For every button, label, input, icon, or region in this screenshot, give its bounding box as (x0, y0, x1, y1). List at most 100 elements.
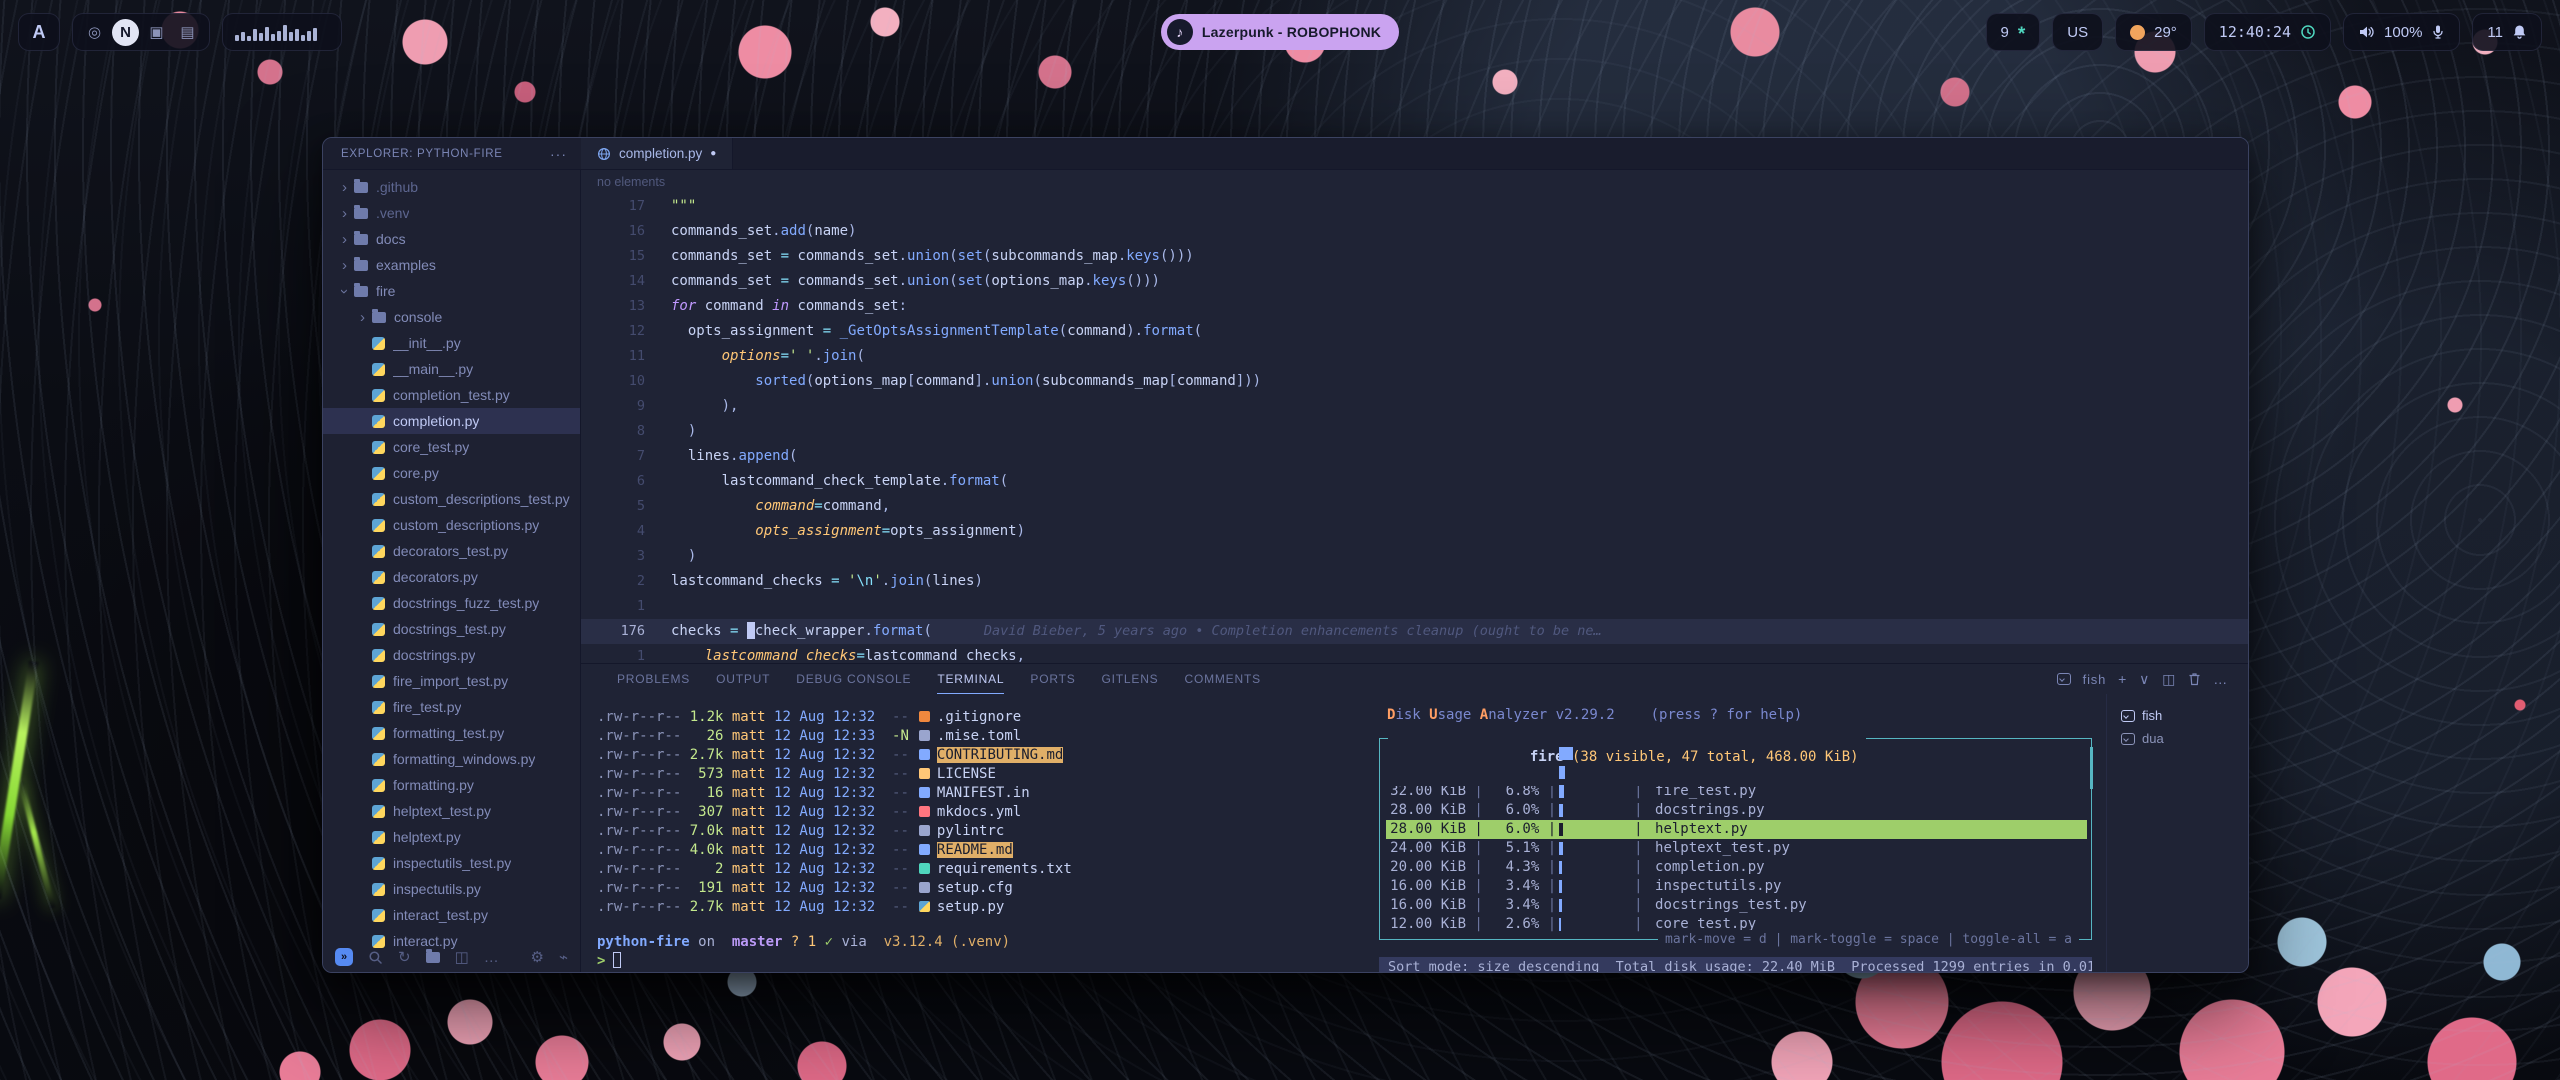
weather-widget[interactable]: 29° (2115, 13, 2192, 51)
volume-widget[interactable]: 100% (2343, 13, 2460, 51)
tree-item-__main__.py[interactable]: __main__.py (323, 356, 580, 382)
tree-item-fire[interactable]: ›fire (323, 278, 580, 304)
prompt-token-venv: (.venv) (943, 934, 1010, 950)
panel-tab-output[interactable]: OUTPUT (716, 665, 770, 694)
tree-item-fire_test.py[interactable]: fire_test.py (323, 694, 580, 720)
tree-item-inspectutils.py[interactable]: inspectutils.py (323, 876, 580, 902)
tree-item-completion_test.py[interactable]: completion_test.py (323, 382, 580, 408)
refresh-icon[interactable]: ↻ (398, 948, 411, 966)
terminal-fish[interactable]: .rw-r--r-- 1.2k matt 12 Aug 12:32 --.git… (581, 694, 1379, 973)
dua-row-docstrings.py[interactable]: 28.00 KiB | 6.0% || docstrings.py (1386, 801, 2087, 820)
session-dua[interactable]: dua (2117, 727, 2248, 750)
split-terminal-button[interactable]: ◫ (2162, 671, 2176, 688)
launcher-button[interactable]: A (18, 13, 60, 51)
clock-widget[interactable]: 12:40:24 (2204, 13, 2331, 51)
tree-item-core.py[interactable]: core.py (323, 460, 580, 486)
top-bar-center: ♪ Lazerpunk - ROBOPHONK (1161, 14, 1399, 50)
file-date: 12 Aug 12:32 (766, 804, 876, 820)
tree-item-__init__.py[interactable]: __init__.py (323, 330, 580, 356)
tree-item-docstrings_fuzz_test.py[interactable]: docstrings_fuzz_test.py (323, 590, 580, 616)
keyboard-layout-widget[interactable]: US (2052, 13, 2103, 51)
tree-item-docstrings_test.py[interactable]: docstrings_test.py (323, 616, 580, 642)
gear-icon[interactable]: ⚙ (531, 948, 544, 966)
tree-item-console[interactable]: ›console (323, 304, 580, 330)
tree-item-decorators.py[interactable]: decorators.py (323, 564, 580, 590)
tree-item-.venv[interactable]: ›.venv (323, 200, 580, 226)
tree-item-helptext.py[interactable]: helptext.py (323, 824, 580, 850)
file-name: .mise.toml (937, 728, 1021, 744)
panel-tab-terminal[interactable]: TERMINAL (937, 665, 1004, 694)
tree-item-docstrings.py[interactable]: docstrings.py (323, 642, 580, 668)
code-line: 3 ) (581, 544, 2248, 569)
dua-separator: | (1634, 915, 1651, 934)
tree-item-formatting.py[interactable]: formatting.py (323, 772, 580, 798)
panel-tab-comments[interactable]: COMMENTS (1184, 665, 1260, 694)
folder-icon[interactable] (426, 952, 440, 963)
dua-row-completion.py[interactable]: 20.00 KiB | 4.3% || completion.py (1386, 858, 2087, 877)
python-file-icon (372, 883, 385, 896)
tree-item-helptext_test.py[interactable]: helptext_test.py (323, 798, 580, 824)
workspace-switcher[interactable]: ◎N▣▤ (72, 13, 210, 51)
tree-item-formatting_windows.py[interactable]: formatting_windows.py (323, 746, 580, 772)
new-terminal-button[interactable]: + (2118, 671, 2127, 687)
remote-badge-icon[interactable]: » (335, 948, 353, 966)
dua-scrollbar[interactable] (2090, 747, 2093, 789)
syntax-token: opts_assignment (671, 323, 814, 339)
explorer-menu-button[interactable]: ··· (550, 146, 567, 162)
syntax-token: . (1084, 273, 1092, 289)
more-actions-icon[interactable]: … (484, 949, 499, 966)
tree-item-.github[interactable]: ›.github (323, 174, 580, 200)
panel-tab-ports[interactable]: PORTS (1030, 665, 1075, 694)
file-listing-row: .rw-r--r-- 307 matt 12 Aug 12:32 --mkdoc… (597, 803, 1379, 822)
file-permissions: .rw-r--r-- (597, 766, 681, 782)
dua-row-inspectutils.py[interactable]: 16.00 KiB | 3.4% || inspectutils.py (1386, 877, 2087, 896)
search-icon[interactable] (368, 950, 383, 965)
line-number: 13 (581, 294, 671, 319)
tree-item-completion.py[interactable]: completion.py (323, 408, 580, 434)
globe-file-icon (597, 147, 611, 161)
tree-item-inspectutils_test.py[interactable]: inspectutils_test.py (323, 850, 580, 876)
shell-prompt-input-line[interactable]: > (597, 952, 1379, 971)
tree-item-formatting_test.py[interactable]: formatting_test.py (323, 720, 580, 746)
workspace-button-1[interactable]: ◎ (81, 19, 108, 46)
panel-tab-debug-console[interactable]: DEBUG CONSOLE (796, 665, 911, 694)
dua-row-docstrings_test.py[interactable]: 16.00 KiB | 3.4% || docstrings_test.py (1386, 896, 2087, 915)
workspace-button-4[interactable]: ▤ (174, 19, 201, 46)
terminal-dua[interactable]: Disk Usage Analyzer v2.29.2(press ? for … (1379, 694, 2106, 973)
workspace-button-2[interactable]: N (112, 19, 139, 46)
panel-tab-gitlens[interactable]: GITLENS (1102, 665, 1159, 694)
tree-item-interact_test.py[interactable]: interact_test.py (323, 902, 580, 928)
file-name: setup.py (937, 899, 1004, 915)
dua-size: 28.00 KiB (1386, 801, 1466, 820)
tree-item-docs[interactable]: ›docs (323, 226, 580, 252)
tree-item-examples[interactable]: ›examples (323, 252, 580, 278)
window-titlebar[interactable]: EXPLORER: PYTHON-FIRE ··· completion.py … (323, 138, 2248, 170)
git-status: -- (875, 880, 909, 896)
prompt-token-ok: ✓ (816, 934, 833, 950)
session-fish[interactable]: fish (2117, 704, 2248, 727)
workspace-button-3[interactable]: ▣ (143, 19, 170, 46)
tree-item-custom_descriptions.py[interactable]: custom_descriptions.py (323, 512, 580, 538)
tab-completion-py[interactable]: completion.py ● (581, 138, 733, 169)
panel-more-actions[interactable]: … (2213, 671, 2228, 687)
panel-tab-problems[interactable]: PROBLEMS (617, 665, 690, 694)
breadcrumb[interactable]: no elements (581, 170, 2248, 194)
tree-item-fire_import_test.py[interactable]: fire_import_test.py (323, 668, 580, 694)
tree-item-decorators_test.py[interactable]: decorators_test.py (323, 538, 580, 564)
modified-dot: ● (710, 148, 716, 159)
media-player-widget[interactable]: ♪ Lazerpunk - ROBOPHONK (1161, 14, 1399, 50)
split-icon[interactable]: ◫ (455, 948, 469, 966)
tree-item-label: docstrings_test.py (393, 621, 506, 637)
notifications-widget[interactable]: 11 (2472, 13, 2542, 51)
tree-item-core_test.py[interactable]: core_test.py (323, 434, 580, 460)
code-editor[interactable]: 17"""16commands_set.add(name)15commands_… (581, 194, 2248, 663)
system-graph-widget[interactable] (222, 13, 342, 51)
updates-widget[interactable]: 9 * (1986, 13, 2041, 51)
dua-row-helptext.py[interactable]: 28.00 KiB | 6.0% || helptext.py (1386, 820, 2087, 839)
tree-item-custom_descriptions_test.py[interactable]: custom_descriptions_test.py (323, 486, 580, 512)
zap-icon[interactable]: ⌁ (559, 948, 568, 966)
terminal-profile-dropdown[interactable]: ∨ (2139, 671, 2150, 688)
dua-row-helptext_test.py[interactable]: 24.00 KiB | 5.1% || helptext_test.py (1386, 839, 2087, 858)
kill-terminal-button[interactable] (2188, 672, 2201, 686)
file-permissions: .rw-r--r-- (597, 880, 681, 896)
